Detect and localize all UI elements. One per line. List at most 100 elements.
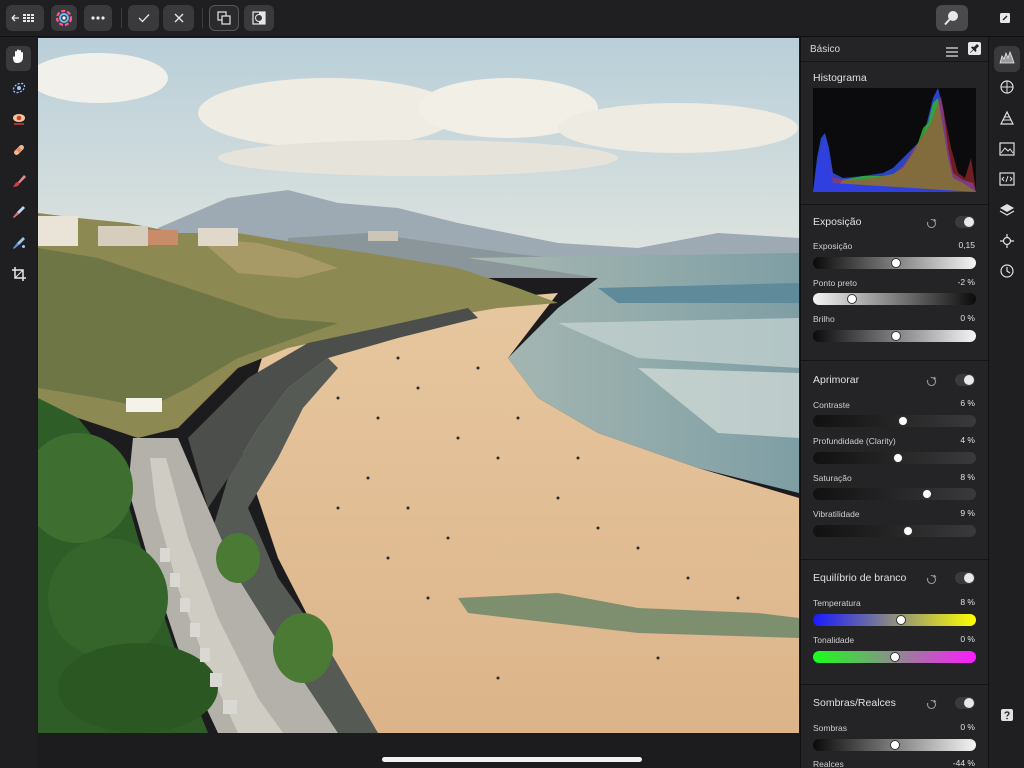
exposure-slider[interactable] — [813, 257, 976, 269]
crop-icon — [11, 266, 27, 287]
exposure-value: 0,15 — [958, 240, 975, 250]
fullscreen-button[interactable] — [992, 5, 1018, 31]
histogram-title: Histograma — [813, 72, 867, 84]
brightness-value: 0 % — [960, 313, 975, 323]
image-icon — [999, 141, 1015, 161]
help-icon — [1001, 708, 1013, 726]
split-view-button[interactable] — [244, 5, 274, 31]
shadows-slider[interactable] — [813, 739, 976, 751]
history-studio-button[interactable] — [994, 260, 1020, 286]
shadows-highlights-toggle[interactable] — [955, 697, 975, 709]
photo-canvas[interactable] — [38, 38, 799, 733]
image-studio-button[interactable] — [994, 138, 1020, 164]
zoom-button[interactable] — [936, 5, 968, 31]
contrast-slider-thumb[interactable] — [897, 416, 908, 426]
exposure-toggle[interactable] — [955, 216, 975, 228]
left-tools-bar — [0, 37, 37, 768]
menu-icon[interactable] — [946, 44, 958, 62]
cancel-button[interactable] — [163, 5, 194, 31]
history-icon — [999, 263, 1015, 284]
studios-bar — [988, 37, 1024, 768]
clarity-slider-thumb[interactable] — [892, 453, 903, 463]
apply-button[interactable] — [128, 5, 159, 31]
split-view-icon — [251, 10, 267, 26]
brightness-slider[interactable] — [813, 330, 976, 342]
highlights-label: Realces — [813, 759, 844, 768]
saturation-label: Saturação — [813, 473, 852, 483]
canvas-bottom-area — [38, 733, 799, 768]
levels-studio-button[interactable] — [994, 107, 1020, 133]
black-point-slider-thumb[interactable] — [847, 294, 858, 304]
exposure-slider-thumb[interactable] — [891, 258, 902, 268]
clarity-slider[interactable] — [813, 452, 976, 464]
layers-studio-button[interactable] — [994, 199, 1020, 225]
reset-icon[interactable] — [926, 374, 937, 387]
vibrance-label: Vibratilidade — [813, 509, 860, 519]
highlights-value: -44 % — [952, 758, 975, 768]
temperature-slider-thumb[interactable] — [896, 615, 907, 625]
lens-icon — [999, 79, 1015, 100]
panel-title: Básico — [810, 44, 841, 55]
shadows-slider-thumb[interactable] — [889, 740, 900, 750]
red-eye-tool[interactable] — [6, 109, 31, 134]
contrast-slider[interactable] — [813, 415, 976, 427]
healing-tool[interactable] — [6, 140, 31, 165]
tint-slider-thumb[interactable] — [889, 652, 900, 662]
vibrance-slider[interactable] — [813, 525, 976, 537]
view-tool[interactable] — [6, 46, 31, 71]
hand-icon — [11, 48, 27, 69]
clarity-value: 4 % — [960, 435, 975, 445]
burn-tool[interactable] — [6, 233, 31, 258]
tint-value: 0 % — [960, 634, 975, 644]
black-point-slider[interactable] — [813, 293, 976, 305]
copy-paste-button[interactable] — [209, 5, 239, 31]
reset-icon[interactable] — [926, 697, 937, 710]
more-button[interactable] — [84, 5, 112, 31]
brightness-label: Brilho — [813, 314, 835, 324]
white-balance-section-title: Equilíbrio de branco — [813, 572, 907, 584]
reset-icon[interactable] — [926, 216, 937, 229]
enhance-toggle[interactable] — [955, 374, 975, 386]
back-grid-icon — [10, 11, 40, 25]
exposure-label: Exposição — [813, 241, 853, 251]
histogram-studio-button[interactable] — [994, 46, 1020, 72]
healing-icon — [11, 142, 27, 163]
home-indicator[interactable] — [382, 757, 642, 762]
brush-tool[interactable] — [6, 171, 31, 196]
photo-editor-app: Básico Histograma Exposição Exposição 0,… — [0, 0, 1024, 768]
saturation-slider-thumb[interactable] — [922, 489, 933, 499]
brush-icon — [11, 173, 27, 194]
top-toolbar — [0, 0, 1024, 37]
tint-slider[interactable] — [813, 651, 976, 663]
lens-studio-button[interactable] — [994, 76, 1020, 102]
contrast-value: 6 % — [960, 398, 975, 408]
back-button[interactable] — [6, 5, 44, 31]
code-icon — [999, 171, 1015, 191]
white-balance-toggle[interactable] — [955, 572, 975, 584]
move-icon — [999, 233, 1015, 254]
temperature-slider[interactable] — [813, 614, 976, 626]
brightness-slider-thumb[interactable] — [891, 331, 902, 341]
zoom-icon — [943, 9, 961, 27]
check-icon — [138, 13, 150, 23]
close-icon — [174, 13, 184, 23]
move-studio-button[interactable] — [994, 230, 1020, 256]
saturation-slider[interactable] — [813, 488, 976, 500]
saturation-value: 8 % — [960, 472, 975, 482]
persona-button[interactable] — [51, 5, 77, 31]
levels-icon — [999, 110, 1015, 131]
adjustments-panel: Básico Histograma Exposição Exposição 0,… — [800, 37, 988, 768]
histogram — [813, 88, 976, 192]
enhance-section-title: Aprimorar — [813, 374, 860, 386]
fullscreen-icon — [999, 12, 1011, 24]
code-studio-button[interactable] — [994, 168, 1020, 194]
vibrance-slider-thumb[interactable] — [902, 526, 913, 536]
help-button[interactable] — [994, 704, 1020, 730]
clarity-label: Profundidade (Clarity) — [813, 436, 896, 446]
dodge-tool[interactable] — [6, 202, 31, 227]
reset-icon[interactable] — [926, 572, 937, 585]
selection-brush-tool[interactable] — [6, 78, 31, 103]
crop-tool[interactable] — [6, 264, 31, 289]
shadows-label: Sombras — [813, 723, 848, 733]
pin-icon[interactable] — [968, 42, 981, 55]
